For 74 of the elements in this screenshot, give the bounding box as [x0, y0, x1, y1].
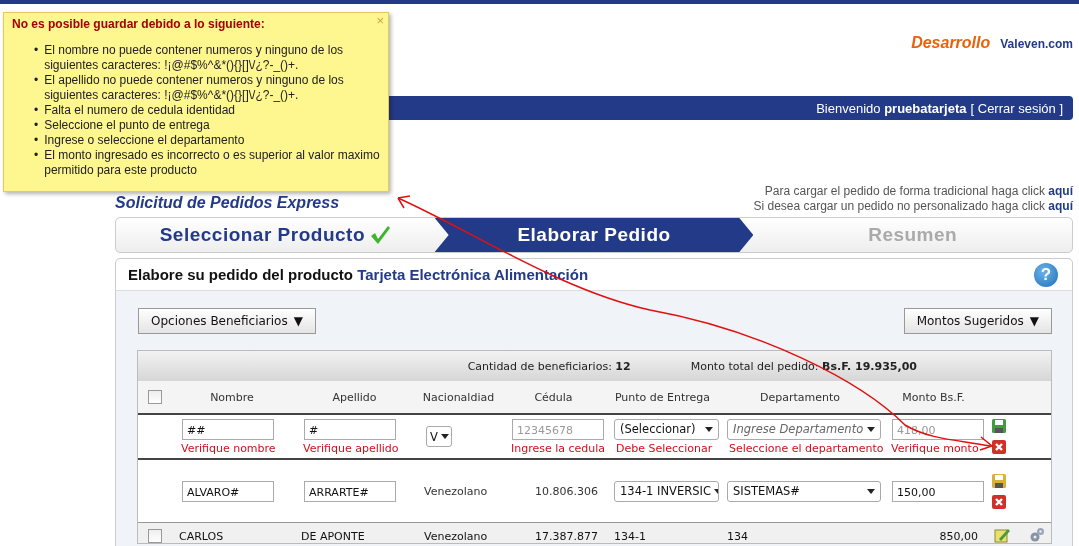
checkbox[interactable] [147, 390, 162, 404]
error-message: Verifique monto [891, 441, 980, 455]
instruction-text: Para cargar el pedido de forma tradicional haga click [764, 184, 1046, 198]
error-message: El apellido no puede contener numeros y ninguno de los siguientes caracteres: !¡@#$%^&*(){}[]\/¿?-_()+. [44, 73, 345, 103]
dropdown[interactable]: 134-1 INVERSIC [614, 480, 719, 502]
input-field[interactable]: ## [182, 418, 274, 440]
error-message: Ingrese la cedula [511, 441, 606, 455]
site-link[interactable]: Valeven.com [1000, 37, 1073, 51]
input-field[interactable]: # [304, 418, 396, 440]
error-message: Seleccione el punto de entrega [44, 118, 210, 133]
input-field[interactable]: ALVARO# [182, 480, 274, 502]
caret-icon [713, 488, 718, 494]
save-icon[interactable] [991, 472, 1007, 489]
column-header: Nacionaldiad [421, 390, 496, 404]
column-header: Punto de Entrega [613, 390, 712, 404]
here-link[interactable]: aquí [1048, 184, 1073, 198]
caret-icon [705, 426, 713, 432]
column-header: Nombre [209, 390, 255, 404]
bullet: • [34, 133, 39, 148]
dropdown[interactable]: SISTEMAS# [727, 480, 881, 502]
welcome-text: Bienvenido pruebatarjeta [816, 100, 967, 116]
table-cell-text: 850,00 [938, 530, 978, 543]
instruction-text: Si desea cargar un pedido no personalizado haga click [753, 199, 1046, 213]
bullet: • [34, 148, 39, 163]
delete-icon[interactable] [991, 439, 1007, 455]
logout-link[interactable]: [ Cerrar sesión ] [970, 100, 1063, 116]
checkbox[interactable] [147, 529, 162, 543]
error-message: Falta el numero de cedula identidad [44, 103, 235, 118]
error-message: Debe Seleccionar [616, 441, 714, 455]
check-icon [369, 225, 391, 245]
error-message: Verifique nombre [181, 441, 277, 455]
here-link[interactable]: aquí [1048, 199, 1073, 213]
environment-label: Desarrollo [911, 34, 991, 52]
input-field[interactable]: ARRARTE# [304, 480, 396, 502]
error-message: El nombre no puede contener numeros y ninguno de los siguientes caracteres: !¡@#$%^&*(){}[]\/¿?-_()+. [44, 43, 345, 73]
column-header: Monto Bs.F. [901, 390, 966, 404]
wizard-step[interactable]: Seleccionar Producto [116, 218, 435, 252]
table-cell-text: CARLOS [179, 530, 225, 543]
input-field[interactable]: 150,00 [892, 480, 984, 502]
caret-icon [440, 434, 449, 439]
error-message: Verifique apellido [303, 441, 400, 455]
wizard-step[interactable]: Elaborar Pedido [434, 218, 754, 252]
summary-text: Monto total del pedido: Bs.F. 19.935,00 [690, 359, 917, 373]
tooltip-title: No es posible guardar debido a lo siguiente: [12, 17, 266, 31]
bullet: • [34, 73, 39, 88]
bullet: • [34, 103, 39, 118]
error-message: Ingrese o seleccione el departamento [44, 133, 245, 148]
dropdown[interactable]: V [426, 426, 452, 447]
page-title: Solicitud de Pedidos Express [115, 194, 340, 212]
save-icon[interactable] [991, 418, 1007, 434]
dropdown-button[interactable]: Opciones Beneficiarios ▼ [138, 308, 316, 334]
dropdown[interactable]: (Seleccionar) [614, 418, 719, 440]
error-message: El monto ingresado es incorrecto o es superior al valor maximo permitido para este producto [44, 148, 380, 178]
caret-icon [867, 488, 875, 494]
summary-text: Cantidad de beneficiarios: 12 [467, 359, 631, 373]
caret-icon [867, 426, 875, 432]
column-header: Cédula [533, 390, 574, 404]
bullet: • [34, 118, 39, 133]
column-header: Departamento [758, 390, 841, 404]
error-message: Seleccione el departamento [729, 441, 881, 455]
dropdown[interactable]: Ingrese Departamento [727, 418, 881, 440]
edit-icon[interactable] [994, 527, 1010, 543]
table-cell-text: Venezolano [424, 484, 489, 498]
table-cell-text: Venezolano [424, 530, 489, 543]
dropdown-button[interactable]: Montos Sugeridos ▼ [903, 308, 1052, 334]
table-cell-text: 134 [727, 530, 749, 543]
table-cell-text: 17.387.877 [534, 530, 598, 543]
gears-icon[interactable] [1029, 527, 1045, 543]
column-header: Apellido [331, 390, 378, 404]
table-cell-text: 134-1 [614, 530, 647, 543]
delete-icon[interactable] [991, 493, 1007, 510]
table-cell-text: DE APONTE [301, 530, 366, 543]
table-cell-text: 10.806.306 [534, 484, 598, 498]
bullet: • [34, 43, 39, 58]
